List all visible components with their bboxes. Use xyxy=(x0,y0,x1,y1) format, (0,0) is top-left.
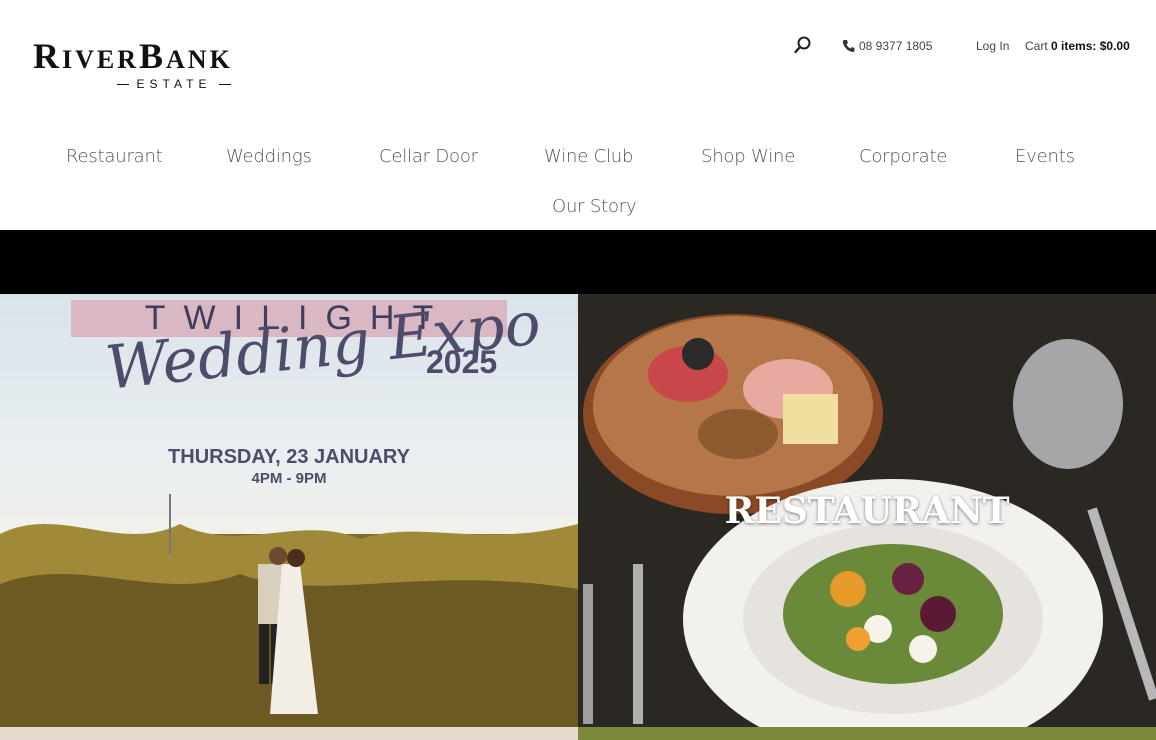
cart-total: $0.00 xyxy=(1099,39,1130,53)
nav-shop-wine[interactable]: Shop Wine xyxy=(701,146,795,167)
phone-link[interactable]: 08 9377 1805 xyxy=(842,36,932,56)
expo-year: 2025 xyxy=(426,344,498,380)
expo-time: 4PM - 9PM xyxy=(251,470,327,487)
nav-wine-club[interactable]: Wine Club xyxy=(544,146,633,167)
black-banner xyxy=(0,230,1156,294)
logo-sub-label: ESTATE xyxy=(136,77,212,91)
phone-number: 08 9377 1805 xyxy=(859,39,933,53)
site-header: RIVERBANK ESTATE 08 9377 1805 Log In Car… xyxy=(0,0,1156,230)
logo-rule xyxy=(219,83,232,85)
search-icon[interactable] xyxy=(793,35,813,55)
nav-our-story[interactable]: Our Story xyxy=(552,196,637,217)
riverbank-logo[interactable]: RIVERBANK ESTATE xyxy=(33,36,273,92)
logo-sub-text: ESTATE xyxy=(85,77,263,91)
phone-icon xyxy=(842,40,855,53)
logo-rule xyxy=(116,83,129,85)
nav-events[interactable]: Events xyxy=(1015,146,1075,167)
cart-count: 0 items: xyxy=(1051,39,1097,53)
expo-date: THURSDAY, 23 JANUARY xyxy=(168,446,410,468)
wedding-expo-tile[interactable]: TWILIGHT Wedding Expo 2025 THURSDAY, 23 … xyxy=(0,294,578,727)
nav-cellar-door[interactable]: Cellar Door xyxy=(379,146,478,167)
vineyard-couple-image xyxy=(0,494,578,727)
restaurant-title: RESTAURANT xyxy=(724,490,1010,532)
nav-weddings[interactable]: Weddings xyxy=(226,146,312,167)
restaurant-tile[interactable]: RESTAURANT xyxy=(578,294,1156,727)
logo-main-text: RIVERBANK xyxy=(33,36,233,76)
next-tile-right-edge xyxy=(578,727,1156,740)
next-tile-left-edge xyxy=(0,727,578,740)
nav-corporate[interactable]: Corporate xyxy=(859,146,947,167)
cart-link[interactable]: Cart 0 items: $0.00 xyxy=(1025,36,1130,56)
cart-label: Cart xyxy=(1025,39,1048,53)
nav-restaurant[interactable]: Restaurant xyxy=(66,146,163,167)
login-link[interactable]: Log In xyxy=(976,36,1009,56)
